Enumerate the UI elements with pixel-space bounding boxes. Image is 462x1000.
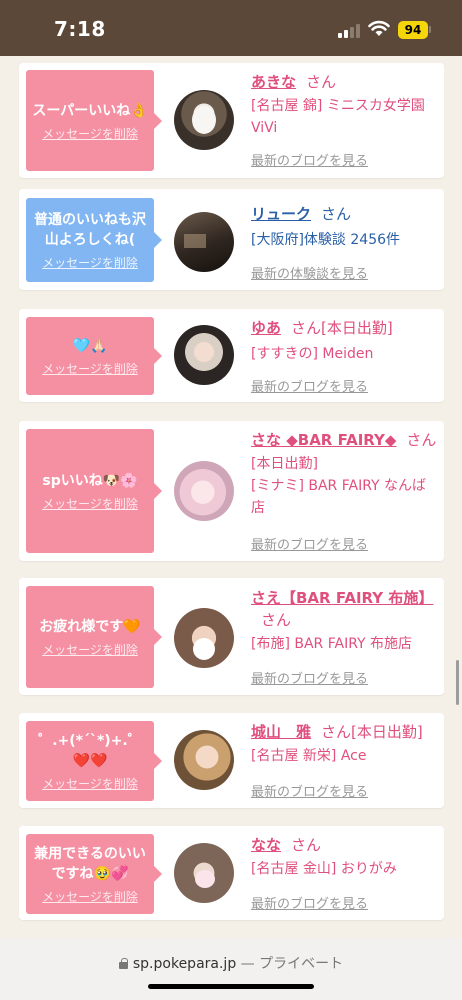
sender-info: あきな さん [名古屋 錦] ミニスカ女学園ViVi: [251, 71, 439, 139]
sender-name-link[interactable]: さな ◆BAR FAIRY◆: [251, 431, 396, 449]
delete-message-link[interactable]: メッセージを削除: [42, 643, 138, 657]
sender-info: 城山 雅さん[本日出勤] [名古屋 新栄] Ace: [251, 721, 439, 767]
latest-blog-link[interactable]: 最新のブログを見る: [251, 781, 368, 800]
scrollbar-thumb[interactable]: [456, 660, 459, 705]
cellular-signal-icon: [338, 24, 360, 38]
message-text: ゜.+(*´`*)+.゜❤️❤️: [38, 733, 142, 769]
url-domain: sp.pokepara.jp: [132, 956, 237, 972]
shop-info: [布施] BAR FAIRY 布施店: [251, 636, 413, 652]
latest-blog-link[interactable]: 最新のブログを見る: [251, 150, 368, 169]
message-text: spいいね🐶🌸: [42, 473, 138, 489]
message-text: 兼用できるのいいですね🥹💞: [34, 846, 146, 882]
message-bubble: 普通のいいねも沢山よろしくね( メッセージを削除: [26, 198, 162, 282]
honorific: さん: [261, 611, 292, 629]
clock: 7:18: [54, 17, 106, 41]
message-card: spいいね🐶🌸 メッセージを削除 さな ◆BAR FAIRY◆ さん [本日出勤]…: [19, 421, 444, 561]
message-card: お疲れ様です🧡 メッセージを削除 さえ【BAR FAIRY 布施】さん [布施]…: [19, 578, 444, 695]
shop-info: [大阪府]体験談 2456件: [251, 232, 401, 248]
private-mode-label: — プライベート: [236, 956, 344, 972]
avatar[interactable]: [174, 608, 234, 668]
message-text: スーパーいいね👌: [32, 102, 148, 119]
shop-info: [ミナミ] BAR FAIRY なんば店: [251, 478, 427, 516]
delete-message-link[interactable]: メッセージを削除: [42, 777, 138, 791]
message-card: 普通のいいねも沢山よろしくね( メッセージを削除 リューク さん [大阪府]体験談…: [19, 189, 444, 290]
delete-message-link[interactable]: メッセージを削除: [42, 127, 138, 141]
honorific: さん: [321, 723, 352, 741]
message-bubble: 兼用できるのいいですね🥹💞 メッセージを削除: [26, 834, 162, 914]
avatar[interactable]: [174, 461, 234, 521]
message-card: ゜.+(*´`*)+.゜❤️❤️ メッセージを削除 城山 雅さん[本日出勤] […: [19, 713, 444, 808]
avatar[interactable]: [174, 90, 234, 150]
sender-info: リューク さん [大阪府]体験談 2456件: [251, 203, 439, 251]
sender-info: なな さん [名古屋 金山] おりがみ: [251, 834, 439, 880]
honorific: さん: [406, 431, 437, 449]
avatar[interactable]: [174, 212, 234, 272]
sender-name-link[interactable]: 城山 雅: [251, 723, 311, 741]
latest-blog-link[interactable]: 最新のブログを見る: [251, 376, 368, 395]
latest-blog-link[interactable]: 最新のブログを見る: [251, 534, 368, 553]
latest-blog-link[interactable]: 最新のブログを見る: [251, 668, 368, 687]
message-bubble: お疲れ様です🧡 メッセージを削除: [26, 586, 162, 688]
battery-icon: 94: [398, 21, 428, 39]
attendance-tag: [本日出勤]: [251, 456, 318, 472]
message-text: 普通のいいねも沢山よろしくね(: [34, 212, 146, 248]
message-bubble: ゜.+(*´`*)+.゜❤️❤️ メッセージを削除: [26, 721, 162, 801]
delete-message-link[interactable]: メッセージを削除: [42, 256, 138, 270]
delete-message-link[interactable]: メッセージを削除: [42, 362, 138, 376]
sender-name-link[interactable]: さえ【BAR FAIRY 布施】: [251, 589, 433, 607]
shop-info: [名古屋 新栄] Ace: [251, 748, 367, 764]
delete-message-link[interactable]: メッセージを削除: [42, 497, 138, 511]
avatar[interactable]: [174, 843, 234, 903]
shop-info: [すすきの] Meiden: [251, 346, 374, 362]
latest-blog-link[interactable]: 最新のブログを見る: [251, 893, 368, 912]
status-bar: 7:18 94: [0, 0, 462, 56]
sender-info: さな ◆BAR FAIRY◆ さん [本日出勤] [ミナミ] BAR FAIRY …: [251, 429, 439, 519]
sender-name-link[interactable]: あきな: [251, 73, 296, 91]
message-text: 🩵🙏🏻: [72, 338, 108, 354]
delete-message-link[interactable]: メッセージを削除: [42, 890, 138, 904]
message-card: 兼用できるのいいですね🥹💞 メッセージを削除 なな さん [名古屋 金山] おりが…: [19, 826, 444, 920]
sender-name-link[interactable]: なな: [251, 836, 281, 854]
battery-tip: [429, 26, 431, 33]
sender-name-link[interactable]: ゆあ: [251, 319, 281, 337]
wifi-icon: [368, 20, 390, 36]
latest-review-link[interactable]: 最新の体験談を見る: [251, 263, 368, 282]
avatar[interactable]: [174, 730, 234, 790]
attendance-tag: [本日出勤]: [351, 723, 423, 741]
sender-info: さえ【BAR FAIRY 布施】さん [布施] BAR FAIRY 布施店: [251, 587, 439, 655]
shop-info: [名古屋 金山] おりがみ: [251, 861, 397, 877]
honorific: さん: [321, 205, 352, 223]
message-bubble: スーパーいいね👌 メッセージを削除: [26, 70, 162, 171]
message-bubble: 🩵🙏🏻 メッセージを削除: [26, 317, 162, 395]
honorific: さん: [291, 836, 322, 854]
avatar[interactable]: [174, 325, 234, 385]
message-bubble: spいいね🐶🌸 メッセージを削除: [26, 429, 162, 553]
honorific: さん: [306, 73, 337, 91]
message-card: 🩵🙏🏻 メッセージを削除 ゆあ さん[本日出勤] [すすきの] Meiden 最新…: [19, 309, 444, 402]
message-card: スーパーいいね👌 メッセージを削除 あきな さん [名古屋 錦] ミニスカ女学園V…: [19, 63, 444, 178]
honorific: さん: [291, 319, 322, 337]
sender-name-link[interactable]: リューク: [251, 205, 311, 223]
shop-info: [名古屋 錦] ミニスカ女学園ViVi: [251, 98, 425, 136]
home-indicator[interactable]: [148, 984, 314, 989]
browser-url-bar[interactable]: sp.pokepara.jp — プライベート: [0, 938, 462, 1000]
attendance-tag: [本日出勤]: [321, 319, 393, 337]
sender-info: ゆあ さん[本日出勤] [すすきの] Meiden: [251, 317, 439, 365]
lock-icon: [118, 958, 128, 969]
message-text: お疲れ様です🧡: [39, 619, 141, 635]
